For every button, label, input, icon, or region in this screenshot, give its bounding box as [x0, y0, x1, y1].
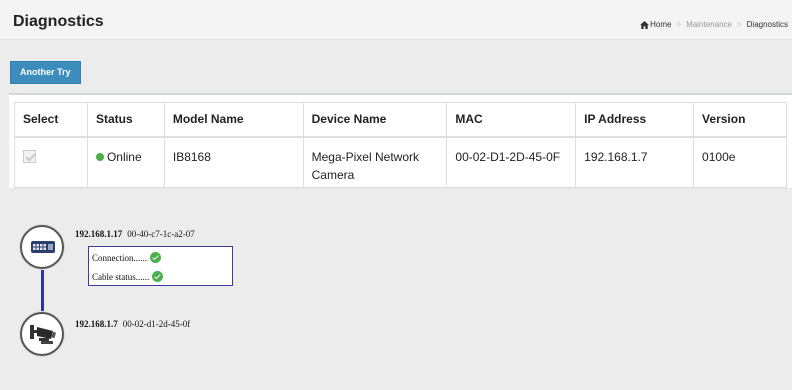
breadcrumb-home[interactable]: Home: [640, 20, 671, 29]
switch-label: 192.168.1.17 00-40-c7-1c-a2-07: [75, 229, 195, 239]
table-header-row: Select Status Model Name Device Name MAC…: [14, 102, 787, 138]
another-try-button[interactable]: Another Try: [10, 61, 81, 84]
home-icon: [640, 20, 650, 29]
camera-icon: [30, 325, 56, 344]
column-header-mac: MAC: [446, 102, 577, 138]
breadcrumb-item-maintenance[interactable]: Maintenance: [686, 20, 732, 29]
network-switch-icon: [31, 241, 55, 253]
table-row: Online IB8168 Mega-Pixel Network Camera …: [14, 136, 787, 188]
device-name-cell: Mega-Pixel Network Camera: [302, 136, 448, 188]
breadcrumb-separator: >: [736, 20, 742, 29]
column-header-status: Status: [86, 102, 165, 138]
select-checkbox[interactable]: [23, 150, 36, 163]
device-table-panel: Select Status Model Name Device Name MAC…: [9, 93, 792, 189]
connection-status: Connection......: [92, 252, 161, 263]
connection-label: Connection......: [92, 252, 147, 263]
switch-node[interactable]: [20, 225, 64, 269]
camera-node[interactable]: [20, 312, 64, 356]
switch-mac: 00-40-c7-1c-a2-07: [127, 229, 195, 239]
column-header-model-name: Model Name: [163, 102, 304, 138]
page-title: Diagnostics: [13, 13, 104, 30]
check-circle-icon: [152, 271, 164, 282]
ip-address-cell: 192.168.1.7: [575, 136, 695, 188]
check-circle-icon: [150, 252, 161, 263]
cable-status: Cable status......: [92, 271, 164, 282]
camera-label: 192.168.1.7 00-02-d1-2d-45-0f: [75, 319, 190, 329]
online-status-icon: [95, 153, 104, 161]
breadcrumb-home-label: Home: [650, 20, 672, 29]
link-status-box: Connection...... Cable status......: [88, 246, 233, 286]
camera-ip: 192.168.1.7: [75, 319, 118, 329]
camera-mac: 00-02-d1-2d-45-0f: [122, 319, 191, 329]
column-header-select: Select: [14, 102, 88, 138]
column-header-version: Version: [693, 102, 787, 138]
status-cell: Online: [86, 136, 165, 188]
topology-diagram: 192.168.1.17 00-40-c7-1c-a2-07 Connection…: [0, 205, 792, 390]
column-header-ip-address: IP Address: [575, 102, 695, 138]
breadcrumb: Home > Maintenance > Diagnostics: [640, 20, 788, 29]
mac-cell: 00-02-D1-2D-45-0F: [446, 136, 577, 188]
model-name-cell: IB8168: [163, 136, 304, 188]
version-cell: 0100e: [693, 136, 787, 188]
cable-status-label: Cable status......: [92, 271, 150, 282]
select-cell: [14, 136, 88, 188]
status-text: Online: [106, 150, 142, 164]
breadcrumb-item-diagnostics: Diagnostics: [746, 20, 788, 29]
page-header: Diagnostics Home > Maintenance > Diagnos…: [0, 0, 792, 40]
breadcrumb-separator: >: [676, 20, 682, 29]
device-table: Select Status Model Name Device Name MAC…: [14, 102, 787, 188]
column-header-device-name: Device Name: [302, 102, 448, 138]
switch-ip: 192.168.1.17: [75, 229, 123, 239]
